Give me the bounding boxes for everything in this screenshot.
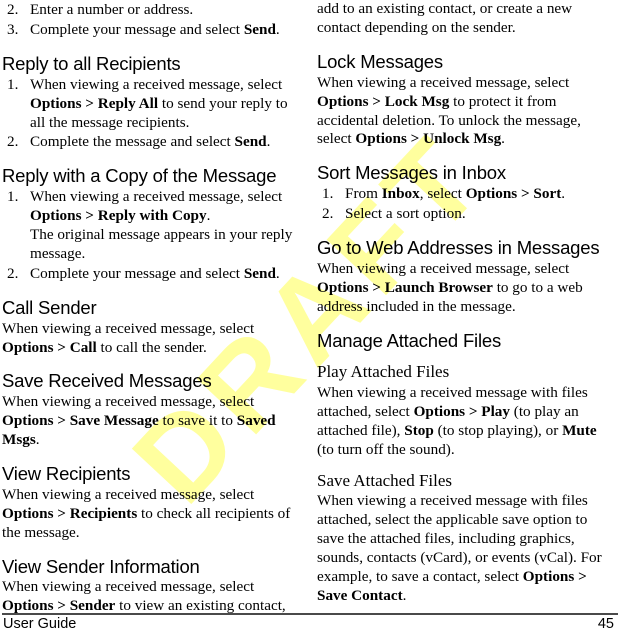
list-item: 1. From Inbox, select Options > Sort. [317, 185, 616, 204]
step-text: Complete the message and select Send. [30, 133, 271, 151]
two-column-body: 2. Enter a number or address. 3. Complet… [0, 0, 620, 614]
list-item: 1. When viewing a received message, sele… [2, 188, 294, 264]
list-item: 1. When viewing a received message, sele… [2, 76, 294, 133]
step-text: Complete your message and select Send. [30, 264, 280, 282]
step-text: When viewing a received message, select … [30, 75, 288, 131]
step-list-sort-messages: 1. From Inbox, select Options > Sort. 2.… [317, 185, 616, 224]
step-list-reply-with-copy: 1. When viewing a received message, sele… [2, 188, 294, 284]
step-number: 2. [322, 205, 334, 223]
section-heading-view-recipients: View Recipients [2, 463, 131, 485]
section-body-view-recipients: When viewing a received message, select … [2, 485, 291, 541]
step-subtext: The original message appears in your rep… [30, 226, 293, 262]
right-column: add to an existing contact, or create a … [300, 0, 620, 604]
left-column: 2. Enter a number or address. 3. Complet… [0, 0, 300, 614]
section-heading-reply-with-copy: Reply with a Copy of the Message [2, 165, 277, 187]
section-body-save-received-messages: When viewing a received message, select … [2, 393, 276, 449]
section-heading-lock-messages: Lock Messages [317, 50, 443, 72]
step-number: 1. [322, 185, 334, 203]
step-text: Select a sort option. [345, 205, 466, 223]
step-number: 2. [7, 1, 19, 18]
continued-paragraph: add to an existing contact, or create a … [317, 0, 573, 36]
list-item: 2. Select a sort option. [317, 205, 616, 224]
section-body-lock-messages: When viewing a received message, select … [317, 73, 581, 148]
step-text: Complete your message and select Send. [30, 20, 280, 38]
section-body-go-to-web-addresses: When viewing a received message, select … [317, 259, 583, 315]
section-heading-sort-messages-in-inbox: Sort Messages in Inbox [317, 162, 506, 184]
subsection-body-save-attached-files: When viewing a received message with fil… [317, 491, 602, 604]
list-item: 3. Complete your message and select Send… [2, 21, 294, 40]
subsection-heading-play-attached-files: Play Attached Files [317, 362, 450, 382]
list-item: 2. Complete your message and select Send… [2, 265, 294, 284]
section-heading-go-to-web-addresses: Go to Web Addresses in Messages [317, 237, 600, 259]
footer-document-title: User Guide [3, 616, 77, 632]
step-number: 1. [7, 75, 19, 93]
section-heading-view-sender-information: View Sender Information [2, 555, 200, 577]
step-number: 2. [7, 133, 19, 151]
step-number: 2. [7, 264, 19, 282]
step-text: From Inbox, select Options > Sort. [345, 185, 566, 203]
step-number: 3. [7, 20, 19, 38]
section-body-call-sender: When viewing a received message, select … [2, 319, 255, 356]
list-item: 2. Complete the message and select Send. [2, 133, 294, 152]
user-guide-page: DRAFT 2. Enter a number or address. 3. C… [0, 0, 620, 637]
subsection-body-play-attached-files: When viewing a received message with fil… [317, 383, 597, 458]
section-heading-manage-attached-files: Manage Attached Files [317, 329, 501, 351]
page-footer: User Guide 45 [0, 597, 620, 637]
section-heading-call-sender: Call Sender [2, 296, 97, 318]
footer-page-number: 45 [597, 616, 614, 632]
subsection-heading-save-attached-files: Save Attached Files [317, 470, 453, 490]
section-heading-reply-to-all: Reply to all Recipients [2, 52, 181, 74]
step-number: 1. [7, 188, 19, 206]
step-text: When viewing a received message, select … [30, 188, 283, 225]
step-list-reply-to-all: 1. When viewing a received message, sele… [2, 76, 294, 153]
footer-divider [2, 613, 618, 615]
step-text: Enter a number or address. [30, 1, 194, 18]
section-heading-save-received-messages: Save Received Messages [2, 370, 212, 392]
list-item: 2. Enter a number or address. [2, 1, 294, 20]
continued-step-list: 2. Enter a number or address. 3. Complet… [2, 1, 294, 40]
